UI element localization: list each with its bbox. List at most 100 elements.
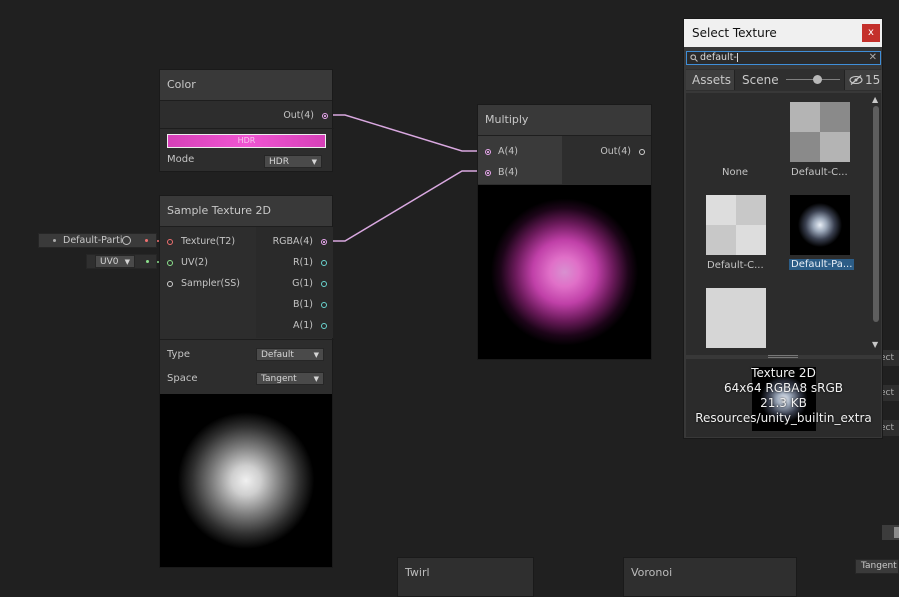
texture-info-panel: Texture 2D 64x64 RGBA8 sRGB 21.3 KB Reso… bbox=[686, 359, 881, 437]
info-size: 21.3 KB bbox=[760, 396, 807, 410]
scroll-up-icon[interactable]: ▲ bbox=[872, 95, 878, 104]
texture-item-default-checker[interactable]: Default-C... bbox=[787, 101, 857, 181]
texture-grid: None Default-C... Default-C... Default-P… bbox=[686, 93, 881, 355]
clear-search-icon[interactable]: ✕ bbox=[869, 52, 877, 64]
hidden-items-toggle[interactable]: 15 bbox=[844, 70, 882, 90]
r-output-port[interactable] bbox=[321, 260, 327, 266]
output-r-row: R(1) bbox=[256, 255, 333, 271]
swatch-fragment bbox=[894, 527, 899, 538]
multiply-node-title: Multiply bbox=[478, 105, 651, 136]
preview-size-slider[interactable] bbox=[786, 75, 840, 84]
space-dropdown[interactable]: Tangent ▼ bbox=[256, 372, 324, 385]
color-out-port-row: Out(4) bbox=[160, 108, 334, 124]
mode-label: Mode bbox=[167, 154, 195, 165]
mode-dropdown[interactable]: HDR ▼ bbox=[264, 155, 322, 168]
twirl-title: Twirl bbox=[405, 566, 430, 579]
uv-input-field[interactable]: UV0 ▼ bbox=[86, 254, 157, 269]
divider bbox=[160, 339, 334, 340]
scroll-down-icon[interactable]: ▼ bbox=[872, 340, 878, 349]
output-b-label: B(1) bbox=[293, 299, 313, 310]
scrollbar-thumb[interactable] bbox=[873, 106, 879, 322]
wire-texture-to-multiply-b bbox=[326, 170, 485, 242]
voronoi-node[interactable]: Voronoi bbox=[623, 557, 797, 597]
texture-item-label-selected: Default-Pa... bbox=[789, 259, 855, 270]
type-value: Default bbox=[261, 350, 294, 360]
select-texture-popup[interactable]: Select Texture x default- ✕ Assets Scene… bbox=[683, 18, 883, 439]
multiply-out-label: Out(4) bbox=[600, 146, 631, 157]
chevron-down-icon: ▼ bbox=[124, 258, 130, 266]
grid-scrollbar[interactable]: ▲ ▼ bbox=[870, 93, 881, 355]
color-node[interactable]: Color Out(4) HDR Mode HDR ▼ bbox=[159, 69, 334, 172]
particle-thumbnail bbox=[790, 195, 850, 255]
input-texture-label: Texture(T2) bbox=[181, 236, 236, 247]
input-sampler-label: Sampler(SS) bbox=[181, 278, 240, 289]
output-g-row: G(1) bbox=[256, 276, 333, 292]
color-swatch[interactable]: HDR bbox=[167, 134, 326, 148]
slider-thumb[interactable] bbox=[813, 75, 822, 84]
color-out-port[interactable] bbox=[322, 113, 328, 119]
multiply-a-port[interactable] bbox=[485, 149, 491, 155]
texture-dot-icon bbox=[53, 239, 56, 242]
tab-assets-label: Assets bbox=[692, 73, 732, 87]
multiply-node[interactable]: Multiply A(4) B(4) Out(4) bbox=[477, 104, 652, 360]
sample-node-title: Sample Texture 2D bbox=[160, 196, 332, 227]
search-icon bbox=[690, 54, 698, 62]
wire-color-to-multiply-a bbox=[326, 114, 485, 152]
close-icon[interactable]: x bbox=[862, 24, 880, 42]
divider bbox=[160, 128, 334, 129]
a-output-port[interactable] bbox=[321, 323, 327, 329]
output-rgba-label: RGBA(4) bbox=[272, 236, 313, 247]
output-a-row: A(1) bbox=[256, 318, 333, 334]
space-value: Tangent bbox=[261, 374, 297, 384]
g-output-port[interactable] bbox=[321, 281, 327, 287]
info-type: Texture 2D bbox=[751, 366, 816, 380]
chevron-down-icon: ▼ bbox=[313, 375, 319, 383]
popup-tabbar: Assets Scene 15 bbox=[686, 69, 882, 91]
hidden-count: 15 bbox=[865, 73, 881, 87]
rgba-output-port[interactable] bbox=[321, 239, 327, 245]
texture-item-none[interactable]: None bbox=[700, 101, 770, 181]
multiply-inputs-panel bbox=[478, 136, 562, 184]
texture-item-default-particle[interactable]: Default-Pa... bbox=[787, 194, 857, 274]
chevron-down-icon: ▼ bbox=[311, 158, 317, 166]
popup-titlebar: Select Texture x bbox=[684, 19, 882, 47]
color-out-label: Out(4) bbox=[283, 110, 314, 121]
offscreen-swatch-fragment[interactable] bbox=[882, 525, 899, 540]
port-connector-dot bbox=[146, 260, 149, 263]
sampler-input-port[interactable] bbox=[167, 281, 173, 287]
texture-item-label: None bbox=[722, 167, 749, 178]
type-dropdown[interactable]: Default ▼ bbox=[256, 348, 324, 361]
texture-item-label: Default-C... bbox=[707, 260, 764, 271]
sample-texture-node[interactable]: Sample Texture 2D Texture(T2) UV(2) Samp… bbox=[159, 195, 334, 568]
multiply-output-row: Out(4) bbox=[562, 144, 651, 160]
tab-assets[interactable]: Assets bbox=[686, 70, 735, 90]
output-b-row: B(1) bbox=[256, 297, 333, 313]
type-label: Type bbox=[167, 349, 190, 360]
multiply-out-port[interactable] bbox=[639, 149, 645, 155]
object-picker-icon[interactable] bbox=[122, 236, 131, 245]
texture-item-partial[interactable] bbox=[704, 288, 774, 355]
uv-input-port[interactable] bbox=[167, 260, 173, 266]
info-format: 64x64 RGBA8 sRGB bbox=[723, 381, 844, 395]
multiply-preview bbox=[478, 185, 651, 359]
resize-handle[interactable] bbox=[768, 355, 798, 358]
text-cursor bbox=[736, 53, 738, 62]
output-r-label: R(1) bbox=[292, 257, 313, 268]
texture-input-field[interactable]: Default-Parti bbox=[38, 233, 157, 248]
white-thumbnail bbox=[706, 288, 766, 348]
multiply-b-port[interactable] bbox=[485, 170, 491, 176]
texture-input-value: Default-Parti bbox=[63, 235, 123, 246]
offscreen-dropdown-fragment[interactable]: Tangent bbox=[855, 559, 899, 574]
texture-input-port[interactable] bbox=[167, 239, 173, 245]
search-input[interactable]: default- ✕ bbox=[686, 51, 881, 65]
tab-scene[interactable]: Scene bbox=[736, 70, 782, 90]
texture-item-label: Default-C... bbox=[791, 167, 848, 178]
search-value: default- bbox=[700, 52, 737, 63]
b-output-port[interactable] bbox=[321, 302, 327, 308]
texture-item-default-checker-light[interactable]: Default-C... bbox=[704, 194, 774, 274]
input-uv-label: UV(2) bbox=[181, 257, 208, 268]
checker-light-thumbnail bbox=[706, 195, 766, 255]
twirl-node[interactable]: Twirl bbox=[397, 557, 534, 597]
info-path: Resources/unity_builtin_extra bbox=[695, 411, 872, 425]
uv-dropdown[interactable]: UV0 ▼ bbox=[95, 255, 135, 268]
